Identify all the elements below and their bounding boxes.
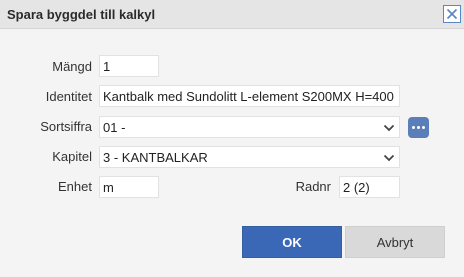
quantity-input[interactable] [99,55,159,77]
unit-label: Enhet [58,179,92,194]
sort-number-select[interactable]: 01 - [99,116,400,138]
unit-input[interactable] [99,176,159,198]
chevron-down-icon [383,154,395,162]
more-options-button[interactable] [408,117,429,138]
chapter-label: Kapitel [52,149,92,164]
dialog-titlebar: Spara byggdel till kalkyl [0,0,464,29]
close-icon [446,8,458,20]
close-button[interactable] [443,5,461,23]
identity-input[interactable] [99,85,400,107]
cancel-button[interactable]: Avbryt [345,226,445,258]
quantity-label: Mängd [52,59,92,74]
chapter-select[interactable]: 3 - KANTBALKAR [99,146,400,168]
chevron-down-icon [383,124,395,132]
ok-button[interactable]: OK [242,226,342,258]
row-number-label: Radnr [295,179,331,194]
more-options-icon [411,126,426,129]
sort-number-value: 01 - [103,120,126,135]
row-number-input[interactable] [339,176,400,198]
chapter-value: 3 - KANTBALKAR [103,150,208,165]
identity-label: Identitet [45,89,92,104]
sort-number-label: Sortsiffra [40,119,92,134]
dialog-title: Spara byggdel till kalkyl [7,7,156,22]
